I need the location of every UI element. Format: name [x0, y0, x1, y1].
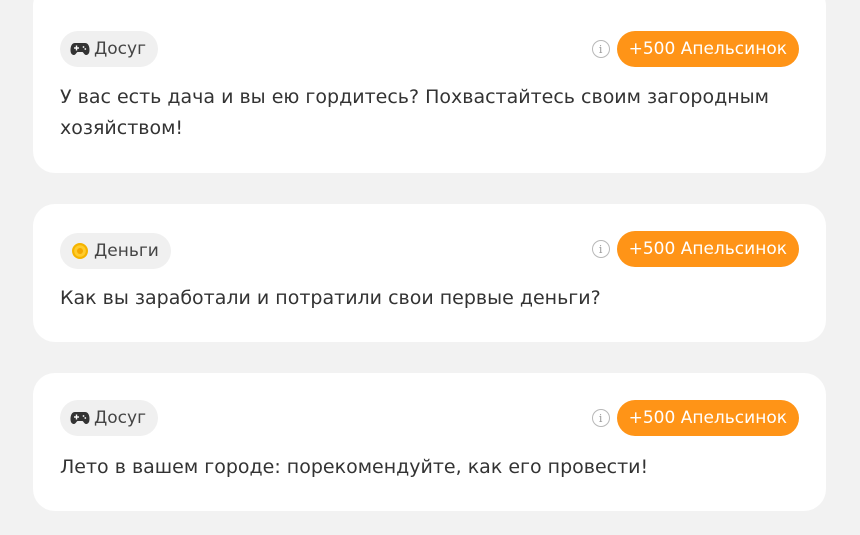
reward-badge[interactable]: +500 Апельсинок: [616, 231, 799, 267]
category-tag[interactable]: Досуг: [60, 31, 159, 67]
question-card[interactable]: Деньги i +500 Апельсинок Как вы заработа…: [33, 204, 826, 342]
question-card[interactable]: Досуг i +500 Апельсинок Лето в вашем гор…: [33, 373, 826, 511]
gamepad-icon: [70, 408, 90, 428]
info-icon[interactable]: i: [591, 40, 610, 58]
info-icon[interactable]: i: [591, 409, 610, 427]
question-card[interactable]: Досуг i +500 Апельсинок У вас есть дача …: [33, 0, 826, 173]
question-text[interactable]: У вас есть дача и вы ею гордитесь? Похва…: [60, 82, 786, 144]
category-tag-label: Досуг: [94, 39, 147, 59]
question-feed: Досуг i +500 Апельсинок У вас есть дача …: [0, 0, 860, 535]
reward-badge[interactable]: +500 Апельсинок: [616, 31, 799, 67]
coin-icon: [70, 241, 90, 261]
reward-badge[interactable]: +500 Апельсинок: [616, 400, 799, 436]
category-tag[interactable]: Досуг: [60, 400, 159, 436]
reward-group: i +500 Апельсинок: [591, 31, 799, 67]
question-text[interactable]: Лето в вашем городе: порекомендуйте, как…: [60, 452, 786, 483]
category-tag-label: Деньги: [94, 241, 159, 261]
info-icon[interactable]: i: [591, 240, 610, 258]
reward-group: i +500 Апельсинок: [591, 231, 799, 267]
gamepad-icon: [70, 39, 90, 59]
category-tag-label: Досуг: [94, 408, 147, 428]
category-tag[interactable]: Деньги: [60, 233, 171, 269]
question-text[interactable]: Как вы заработали и потратили свои первы…: [60, 283, 786, 314]
reward-group: i +500 Апельсинок: [591, 400, 799, 436]
